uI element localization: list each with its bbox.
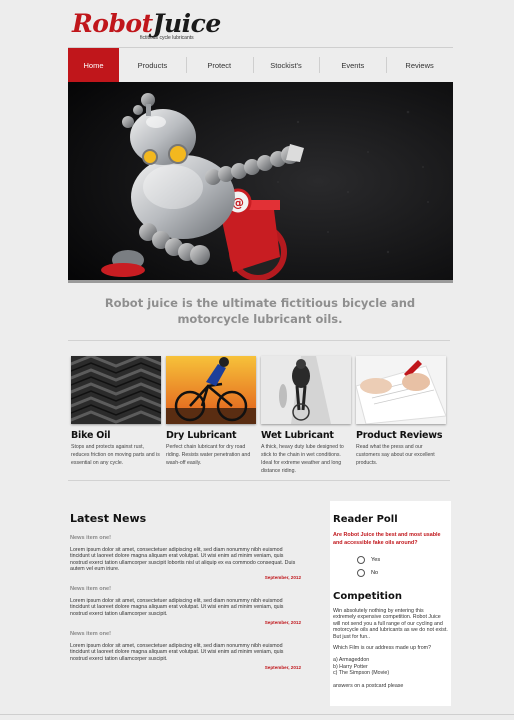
nav-protect[interactable]: Protect (185, 48, 253, 82)
product-description: Perfect chain lubricant for dry road rid… (166, 444, 251, 466)
news-item-heading[interactable]: News item one! (70, 631, 301, 637)
news-item-date: September, 2012 (264, 575, 301, 581)
main-nav: Home Products Protect Stockist's Events … (68, 48, 453, 82)
nav-home[interactable]: Home (68, 48, 119, 82)
product-title[interactable]: Bike Oil (71, 430, 161, 441)
news-item: News item one! Lorem ipsum dolor sit ame… (70, 631, 301, 670)
product-description: Stops and protects against rust, reduces… (71, 444, 160, 466)
hero-tagline: Robot juice is the ultimate fictitious b… (104, 296, 416, 326)
product-image-writing[interactable] (356, 356, 446, 424)
logo-tagline: fictitious cycle lubricants (140, 35, 194, 41)
product-image-cyclist-sunset[interactable] (166, 356, 256, 424)
news-item-date: September, 2012 (264, 664, 301, 670)
hero-image: @ (68, 82, 453, 280)
news-item-heading[interactable]: News item one! (70, 586, 301, 592)
poll-title: Reader Poll (333, 514, 398, 525)
product-description: Read what the press and our customers sa… (356, 444, 435, 466)
hero-robot-illustration: @ (68, 82, 453, 280)
news-item: News item one! Lorem ipsum dolor sit ame… (70, 535, 301, 580)
logo-word-juice: Juice (152, 9, 222, 38)
product-bike-oil[interactable]: Bike Oil Stops and protects against rust… (71, 356, 161, 467)
product-title[interactable]: Product Reviews (356, 430, 446, 441)
news-item-heading[interactable]: News item one! (70, 535, 301, 541)
product-image-cyclist-road[interactable] (261, 356, 351, 424)
competition-footer: answers on a postcard please (333, 682, 404, 689)
product-wet-lubricant[interactable]: Wet Lubricant A thick, heavy duty lube d… (261, 356, 351, 475)
product-description: A thick, heavy duty lube designed to sti… (261, 444, 344, 474)
news-item-body: Lorem ipsum dolor sit amet, consectetuer… (70, 598, 284, 617)
section-divider (68, 480, 450, 481)
poll-option-yes[interactable]: Yes (357, 553, 448, 566)
product-title[interactable]: Wet Lubricant (261, 430, 351, 441)
product-dry-lubricant[interactable]: Dry Lubricant Perfect chain lubricant fo… (166, 356, 256, 467)
footer-divider (0, 714, 514, 715)
competition-question: Which Film is our address made up from? (333, 645, 432, 652)
sidebar: Reader Poll Are Robot Juice the best and… (330, 501, 451, 706)
news-item-body: Lorem ipsum dolor sit amet, consectetuer… (70, 547, 296, 572)
news-item-body: Lorem ipsum dolor sit amet, consectetuer… (70, 643, 284, 662)
news-item: News item one! Lorem ipsum dolor sit ame… (70, 586, 301, 625)
competition-answer-c: c) The Simpson (Movie) (333, 670, 390, 677)
nav-events[interactable]: Events (319, 48, 386, 82)
hero-bottom-bar (68, 280, 453, 283)
nav-reviews[interactable]: Reviews (386, 48, 453, 82)
poll-radio-yes[interactable] (357, 555, 365, 564)
logo[interactable]: RobotJuice fictitious cycle lubricants (72, 9, 221, 44)
competition-intro: Win absolutely nothing by entering this … (333, 608, 448, 640)
section-divider (68, 340, 450, 341)
product-image-tyre[interactable] (71, 356, 161, 424)
nav-stockists[interactable]: Stockist's (252, 48, 320, 82)
news-item-date: September, 2012 (264, 619, 301, 625)
poll-option-no[interactable]: No (357, 566, 448, 579)
poll-radio-no[interactable] (357, 568, 365, 577)
product-reviews[interactable]: Product Reviews Read what the press and … (356, 356, 446, 467)
poll-question: Are Robot Juice the best and most usable… (333, 532, 441, 546)
news-heading: Latest News (70, 512, 147, 525)
poll-option-label: Yes (371, 556, 381, 563)
poll-option-label: No (371, 569, 379, 576)
logo-word-robot: Robot (72, 9, 153, 38)
product-title[interactable]: Dry Lubricant (166, 430, 256, 441)
competition-title: Competition (333, 591, 402, 602)
nav-products[interactable]: Products (119, 48, 186, 82)
